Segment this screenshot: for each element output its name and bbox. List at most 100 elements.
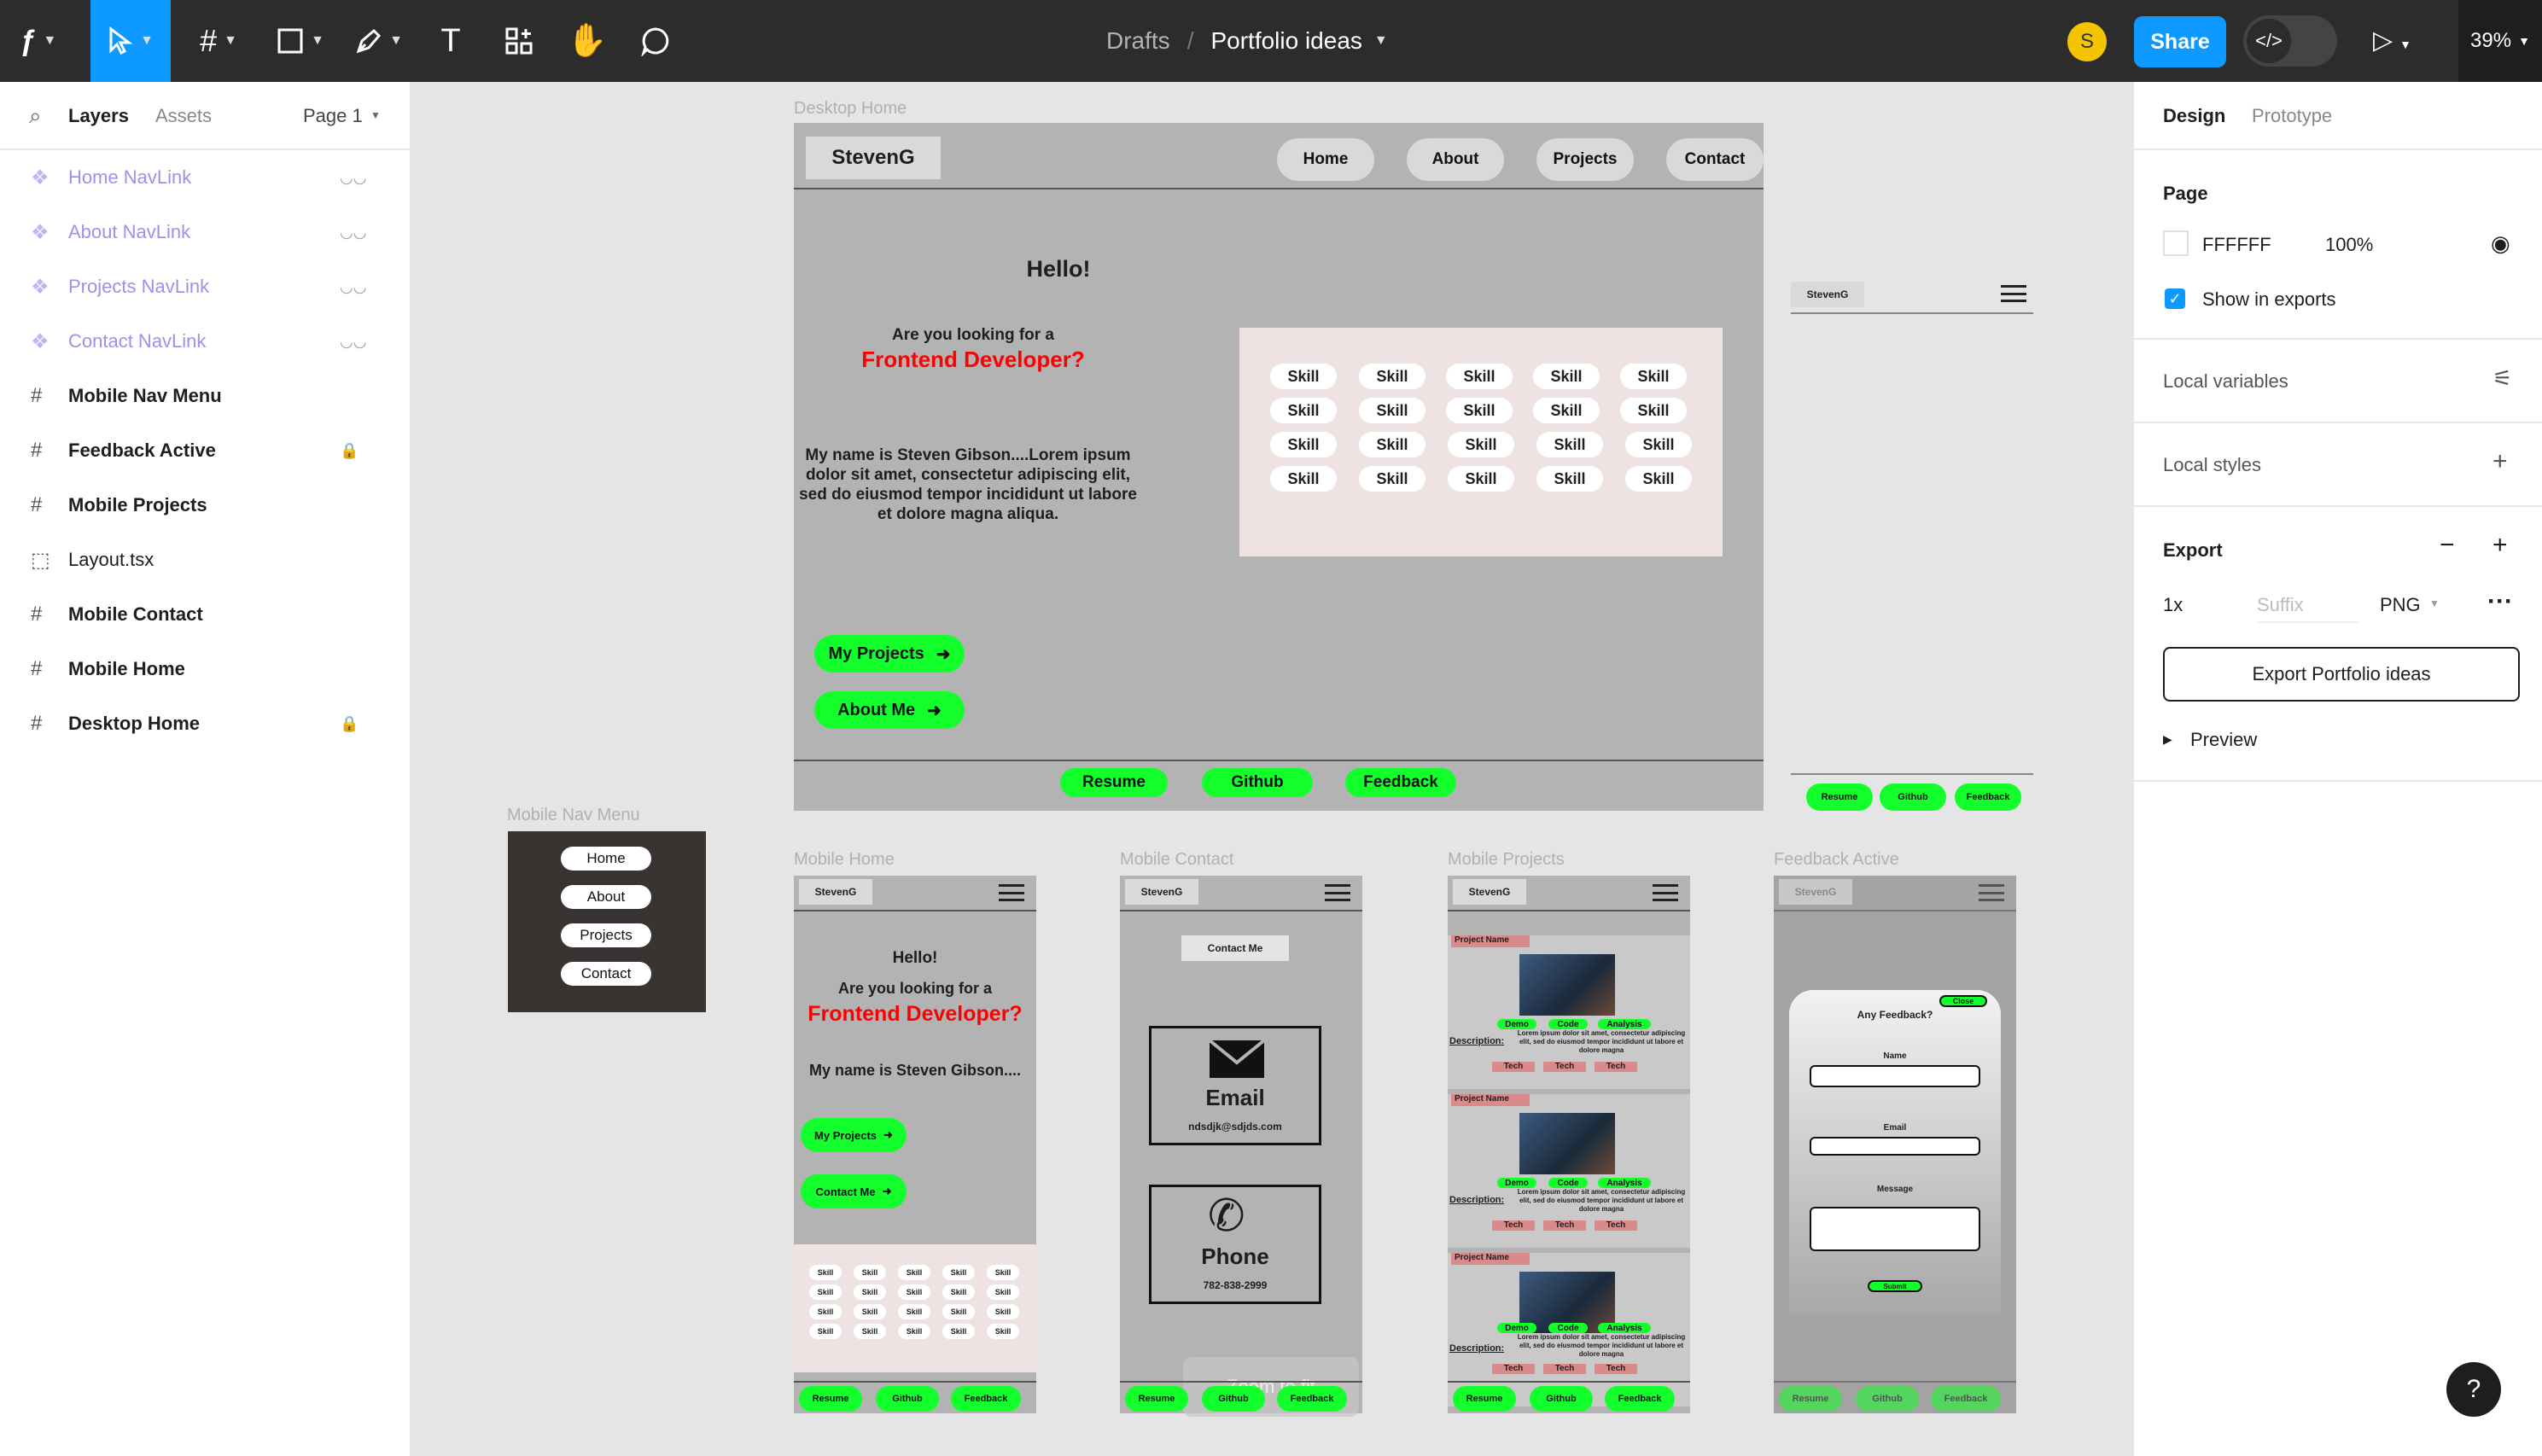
preview-toggle[interactable]: Preview (2190, 729, 2257, 751)
project-card[interactable]: Project Name Demo Code Analysis Description:… (1448, 1253, 1690, 1406)
file-name[interactable]: Portfolio ideas (1210, 27, 1361, 55)
variables-icon[interactable]: ⚟ (2492, 365, 2512, 392)
share-button[interactable]: Share (2134, 16, 2226, 67)
main-menu-button[interactable]: ƒ ▼ (0, 0, 77, 82)
name-field[interactable] (1810, 1065, 1980, 1087)
page-opacity-value[interactable]: 100% (2325, 234, 2373, 256)
mobile-nav-about[interactable]: About (561, 885, 651, 909)
tablet-footer-github-button[interactable]: Github (1880, 783, 1946, 811)
comment-tool-button[interactable] (632, 0, 679, 82)
avatar[interactable]: S (2067, 22, 2107, 61)
phone-card[interactable]: ✆ Phone 782-838-2999 (1149, 1185, 1321, 1304)
layer-row[interactable]: # Desktop Home 🔒 (0, 696, 410, 751)
layer-row[interactable]: ❖ Home NavLink ◡◡ (0, 150, 410, 205)
project-tag-analysis[interactable]: Analysis (1598, 1178, 1651, 1188)
mobile-contact-frame[interactable]: StevenG Contact Me Email ndsdjk@sdjds.co… (1120, 876, 1362, 1417)
layer-row[interactable]: # Feedback Active 🔒 (0, 423, 410, 478)
project-tag-code[interactable]: Code (1548, 1323, 1588, 1333)
eye-icon[interactable]: ◉ (2491, 230, 2510, 257)
frame-label-mobile-nav[interactable]: Mobile Nav Menu (507, 806, 640, 825)
show-in-exports-checkbox[interactable]: ✓ (2165, 288, 2185, 309)
page-color-value[interactable]: FFFFFF (2202, 234, 2271, 256)
hamburger-icon[interactable] (2001, 285, 2026, 302)
tab-layers[interactable]: Layers (68, 105, 129, 127)
frame-label-mobile-contact[interactable]: Mobile Contact (1120, 850, 1233, 870)
contact-me-button[interactable]: Contact Me (1181, 935, 1289, 961)
hidden-eye-icon[interactable]: ◡◡ (340, 224, 366, 242)
mobile-contact-me-button[interactable]: Contact Me ➜ (801, 1174, 907, 1208)
export-suffix-input[interactable]: Suffix (2257, 594, 2359, 623)
export-scale[interactable]: 1x (2163, 594, 2183, 616)
close-button[interactable]: Close (1939, 995, 1987, 1007)
submit-button[interactable]: Submit (1868, 1280, 1922, 1292)
project-card[interactable]: Project Name Demo Code Analysis Description:… (1448, 1094, 1690, 1248)
nav-link-projects[interactable]: Projects (1536, 138, 1634, 181)
email-card[interactable]: Email ndsdjk@sdjds.com (1149, 1026, 1321, 1145)
hidden-eye-icon[interactable]: ◡◡ (340, 333, 366, 351)
project-tag-analysis[interactable]: Analysis (1598, 1019, 1651, 1029)
layer-row[interactable]: ❖ About NavLink ◡◡ (0, 205, 410, 259)
footer-feedback-button[interactable]: Feedback (1345, 768, 1456, 797)
mobile-nav-contact[interactable]: Contact (561, 962, 651, 986)
local-variables-section[interactable]: Local variables ⚟ (2134, 340, 2542, 423)
pen-tool-button[interactable]: ▼ (345, 0, 413, 82)
tablet-footer-feedback-button[interactable]: Feedback (1955, 783, 2021, 811)
hand-tool-button[interactable]: ✋ (563, 0, 611, 82)
project-tag-demo[interactable]: Demo (1497, 1178, 1536, 1188)
footer-resume-button[interactable]: Resume (1779, 1386, 1842, 1412)
project-tag-demo[interactable]: Demo (1497, 1323, 1536, 1333)
footer-github-button[interactable]: Github (1856, 1386, 1919, 1412)
help-button[interactable]: ? (2446, 1362, 2501, 1417)
zoom-menu[interactable]: 39% ▼ (2458, 0, 2542, 82)
mobile-projects-frame[interactable]: StevenG Project Name Demo Code Analysis Desc… (1448, 876, 1690, 1413)
desktop-home-frame[interactable]: StevenG Home About Projects Contact Hello! … (794, 123, 1764, 811)
message-field[interactable] (1810, 1207, 1980, 1251)
tablet-footer-resume-button[interactable]: Resume (1806, 783, 1873, 811)
project-card[interactable]: Project Name Demo Code Analysis Description:… (1448, 935, 1690, 1089)
export-button[interactable]: Export Portfolio ideas (2163, 647, 2520, 702)
frame-tool-button[interactable]: # ▼ (184, 0, 253, 82)
hamburger-icon[interactable] (1979, 884, 2004, 901)
tablet-header[interactable]: StevenG (1791, 278, 2033, 314)
breadcrumb-drafts[interactable]: Drafts (1106, 27, 1170, 55)
hamburger-icon[interactable] (999, 884, 1024, 901)
hamburger-icon[interactable] (1325, 884, 1350, 901)
move-tool-button[interactable]: ▼ (90, 0, 171, 82)
footer-resume-button[interactable]: Resume (1453, 1386, 1516, 1412)
footer-resume-button[interactable]: Resume (799, 1386, 862, 1412)
dev-mode-toggle[interactable]: </> (2243, 15, 2337, 67)
footer-feedback-button[interactable]: Feedback (1277, 1386, 1347, 1412)
local-styles-section[interactable]: Local styles + (2134, 423, 2542, 507)
page-selector[interactable]: Page 1 (303, 105, 363, 127)
tab-prototype[interactable]: Prototype (2252, 105, 2332, 127)
layer-row[interactable]: # Mobile Nav Menu (0, 369, 410, 423)
footer-feedback-button[interactable]: Feedback (951, 1386, 1021, 1412)
plus-icon[interactable]: + (2492, 447, 2508, 476)
lock-icon[interactable]: 🔒 (340, 442, 359, 460)
footer-resume-button[interactable]: Resume (1060, 768, 1168, 797)
footer-github-button[interactable]: Github (1202, 768, 1313, 797)
layer-row[interactable]: # Mobile Projects (0, 478, 410, 533)
nav-link-home[interactable]: Home (1277, 138, 1374, 181)
nav-link-contact[interactable]: Contact (1666, 138, 1764, 181)
page-color-swatch[interactable] (2163, 230, 2189, 256)
about-me-button[interactable]: About Me ➜ (814, 691, 965, 729)
plus-icon[interactable]: + (2492, 531, 2508, 560)
chevron-down-icon[interactable]: ▼ (1374, 33, 1388, 49)
hidden-eye-icon[interactable]: ◡◡ (340, 169, 366, 187)
tab-design[interactable]: Design (2163, 105, 2225, 127)
project-tag-demo[interactable]: Demo (1497, 1019, 1536, 1029)
footer-feedback-button[interactable]: Feedback (1605, 1386, 1675, 1412)
mobile-my-projects-button[interactable]: My Projects ➜ (801, 1118, 907, 1152)
frame-label-mobile-home[interactable]: Mobile Home (794, 850, 895, 870)
mobile-home-frame[interactable]: StevenG Hello! Are you looking for a Fro… (794, 876, 1036, 1413)
present-button[interactable]: ▷ ▼ (2373, 26, 2411, 55)
layer-row[interactable]: # Mobile Contact (0, 587, 410, 642)
hamburger-icon[interactable] (1653, 884, 1678, 901)
hidden-eye-icon[interactable]: ◡◡ (340, 278, 366, 296)
frame-label-feedback-active[interactable]: Feedback Active (1774, 850, 1899, 870)
rectangle-tool-button[interactable]: ▼ (266, 0, 335, 82)
layer-row[interactable]: ⬚ Layout.tsx (0, 533, 410, 587)
email-field[interactable] (1810, 1137, 1980, 1156)
footer-github-button[interactable]: Github (1530, 1386, 1593, 1412)
